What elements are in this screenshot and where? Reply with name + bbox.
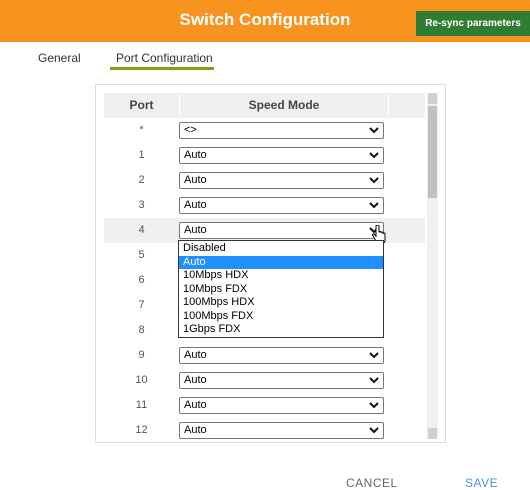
port-number: 12 [135, 424, 148, 436]
table-row: 10 Auto [104, 368, 425, 393]
speed-mode-value: Auto [184, 349, 207, 361]
speed-mode-select[interactable]: Auto [179, 197, 384, 214]
speed-mode-select[interactable]: Auto [179, 172, 384, 189]
table-header: Port Speed Mode [104, 93, 425, 118]
dropdown-option[interactable]: 1Gbps FDX [179, 323, 383, 337]
dropdown-option[interactable]: 100Mbps FDX [179, 310, 383, 324]
speed-mode-select[interactable]: Auto [179, 347, 384, 364]
speed-mode-value: Auto [184, 424, 207, 436]
speed-mode-select[interactable]: Auto [179, 372, 384, 389]
column-header-port: Port [129, 98, 154, 112]
dropdown-option[interactable]: 100Mbps HDX [179, 296, 383, 310]
speed-mode-value: Auto [184, 399, 207, 411]
port-number: 2 [138, 174, 145, 186]
table-row: * <> [104, 118, 425, 143]
port-number: 3 [138, 199, 145, 211]
speed-mode-value: Auto [184, 199, 207, 211]
port-number: 9 [138, 349, 145, 361]
speed-mode-value: Auto [184, 174, 207, 186]
header-divider [388, 95, 389, 116]
port-number: 10 [135, 374, 148, 386]
chevron-down-icon [369, 202, 379, 209]
port-number: 7 [138, 299, 145, 311]
port-number: 5 [138, 249, 145, 261]
chevron-down-icon [369, 152, 379, 159]
table-row: 12 Auto [104, 418, 425, 443]
scroll-down-arrow-icon[interactable] [428, 428, 437, 439]
speed-mode-value: Auto [184, 224, 207, 236]
tab-general[interactable]: General [38, 51, 81, 65]
scroll-up-arrow-icon[interactable] [428, 93, 437, 104]
chevron-down-icon [369, 177, 379, 184]
dropdown-option[interactable]: 10Mbps HDX [179, 269, 383, 283]
port-number: 11 [135, 399, 148, 411]
table-scrollbar[interactable] [427, 93, 438, 439]
column-header-speed-mode: Speed Mode [248, 98, 320, 112]
active-tab-indicator [110, 67, 214, 70]
port-number: 4 [138, 224, 145, 236]
speed-mode-select[interactable]: Auto [179, 147, 384, 164]
dropdown-option[interactable]: Disabled [179, 242, 383, 256]
chevron-down-icon [369, 402, 379, 409]
chevron-down-icon [369, 127, 379, 134]
table-row: 3 Auto [104, 193, 425, 218]
speed-mode-value: Auto [184, 149, 207, 161]
tab-port-configuration[interactable]: Port Configuration [116, 51, 213, 65]
speed-mode-select[interactable]: Auto [179, 422, 384, 439]
table-row: 11 Auto [104, 393, 425, 418]
port-number: 8 [138, 324, 145, 336]
port-number: * [139, 124, 144, 136]
speed-mode-select[interactable]: Auto [179, 397, 384, 414]
table-row: 1 Auto [104, 143, 425, 168]
dropdown-option[interactable]: Auto [179, 255, 383, 269]
table-row: 2 Auto [104, 168, 425, 193]
speed-mode-select[interactable]: <> [179, 122, 384, 139]
scrollbar-thumb[interactable] [428, 106, 437, 198]
chevron-down-icon [369, 377, 379, 384]
chevron-down-icon [369, 352, 379, 359]
port-number: 1 [138, 149, 145, 161]
speed-mode-value: <> [184, 124, 197, 136]
dropdown-option[interactable]: 10Mbps FDX [179, 283, 383, 297]
speed-mode-select[interactable]: Auto [179, 222, 386, 244]
resync-parameters-button[interactable]: Re-sync parameters [416, 11, 530, 36]
port-number: 6 [138, 274, 145, 286]
speed-mode-value: Auto [184, 374, 207, 386]
header-bar: Switch Configuration Re-sync parameters [0, 0, 530, 42]
table-row: 9 Auto [104, 343, 425, 368]
speed-mode-dropdown-list[interactable]: Disabled Auto 10Mbps HDX 10Mbps FDX 100Mbps … [178, 240, 384, 338]
chevron-down-icon [369, 427, 379, 434]
